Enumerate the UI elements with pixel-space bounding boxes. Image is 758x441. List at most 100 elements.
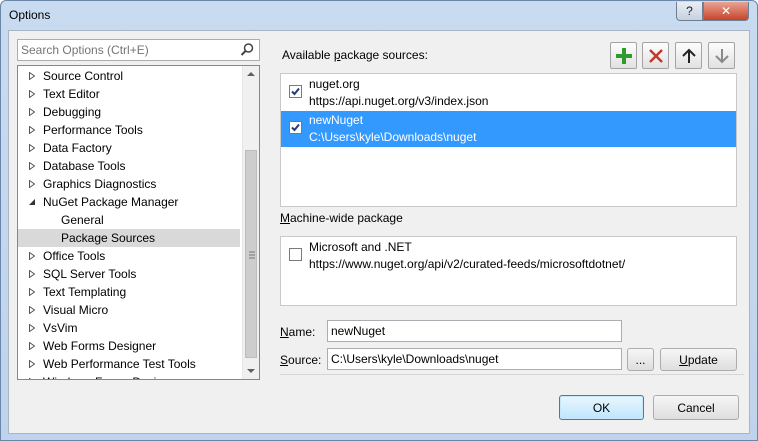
tree-item[interactable]: Database Tools xyxy=(18,157,240,175)
tree-item[interactable]: Source Control xyxy=(18,67,240,85)
remove-icon xyxy=(648,48,663,63)
tree-item-label: General xyxy=(61,213,104,227)
tree-item[interactable]: General xyxy=(18,211,240,229)
tree-item[interactable]: NuGet Package Manager xyxy=(18,193,240,211)
package-source-item[interactable]: Microsoft and .NET https://www.nuget.org/… xyxy=(281,238,736,274)
tree-item-label: Graphics Diagnostics xyxy=(43,177,157,191)
collapsed-arrow-icon[interactable] xyxy=(28,72,36,80)
close-button[interactable]: ✕ xyxy=(703,2,749,21)
help-button[interactable]: ? xyxy=(676,2,703,21)
tree-item[interactable]: Windows Forms Designer xyxy=(18,373,240,380)
package-source-item[interactable]: newNuget C:\Users\kyle\Downloads\nuget xyxy=(281,111,736,147)
source-url: C:\Users\kyle\Downloads\nuget xyxy=(309,130,477,144)
scroll-down-icon[interactable] xyxy=(243,362,259,379)
source-name: Microsoft and .NET xyxy=(309,240,412,254)
separator xyxy=(280,374,744,375)
collapsed-arrow-icon[interactable] xyxy=(28,360,36,368)
expanded-arrow-icon[interactable] xyxy=(28,198,36,206)
collapsed-arrow-icon[interactable] xyxy=(28,180,36,188)
move-up-icon xyxy=(681,48,696,63)
source-checkbox[interactable] xyxy=(289,121,302,134)
collapsed-arrow-icon[interactable] xyxy=(28,144,36,152)
source-url: https://www.nuget.org/api/v2/curated-fee… xyxy=(309,257,626,271)
tree-item[interactable]: Text Editor xyxy=(18,85,240,103)
source-name: newNuget xyxy=(309,113,364,127)
tree-item-label: SQL Server Tools xyxy=(43,267,137,281)
window-title: Options xyxy=(9,8,51,22)
tree-item[interactable]: Office Tools xyxy=(18,247,240,265)
browse-button[interactable]: ... xyxy=(627,348,654,371)
collapsed-arrow-icon[interactable] xyxy=(28,342,36,350)
collapsed-arrow-icon[interactable] xyxy=(28,162,36,170)
source-url: https://api.nuget.org/v3/index.json xyxy=(309,94,489,108)
add-source-button[interactable] xyxy=(610,42,637,69)
tree-item-label: Web Forms Designer xyxy=(43,339,157,353)
tree-item-label: NuGet Package Manager xyxy=(43,195,179,209)
available-sources-list[interactable]: nuget.org https://api.nuget.org/v3/index.… xyxy=(280,73,737,207)
collapsed-arrow-icon[interactable] xyxy=(28,378,36,380)
tree-item-label: Visual Micro xyxy=(43,303,109,317)
tree-item[interactable]: Text Templating xyxy=(18,283,240,301)
search-icon[interactable] xyxy=(239,42,255,58)
scroll-up-icon[interactable] xyxy=(243,66,259,83)
tree-item[interactable]: Package Sources xyxy=(18,229,240,247)
source-checkbox[interactable] xyxy=(289,248,302,261)
search-input[interactable] xyxy=(18,40,233,60)
move-up-button[interactable] xyxy=(675,42,702,69)
cancel-button[interactable]: Cancel xyxy=(653,395,739,420)
search-box xyxy=(17,39,260,61)
tree-item-label: Web Performance Test Tools xyxy=(43,357,196,371)
tree-item-label: VsVim xyxy=(43,321,78,335)
collapsed-arrow-icon[interactable] xyxy=(28,108,36,116)
tree-scrollbar[interactable] xyxy=(242,66,259,379)
collapsed-arrow-icon[interactable] xyxy=(28,126,36,134)
name-input[interactable] xyxy=(327,320,622,342)
checkmark-icon xyxy=(291,123,300,132)
name-label: Name: xyxy=(280,325,316,339)
source-label: Source: xyxy=(280,353,322,367)
grip-icon xyxy=(249,251,255,259)
machine-wide-list[interactable]: Microsoft and .NET https://www.nuget.org/… xyxy=(280,236,737,306)
help-icon: ? xyxy=(686,4,693,18)
tree-item[interactable]: Data Factory xyxy=(18,139,240,157)
tree-item[interactable]: SQL Server Tools xyxy=(18,265,240,283)
source-checkbox[interactable] xyxy=(289,85,302,98)
title-bar[interactable]: Options ? ✕ xyxy=(1,1,757,30)
options-tree: Source Control Text Editor Debugging Perfor… xyxy=(17,65,260,380)
move-down-button[interactable] xyxy=(708,42,735,69)
tree-item-label: Source Control xyxy=(43,69,124,83)
package-source-item[interactable]: nuget.org https://api.nuget.org/v3/index.… xyxy=(281,75,736,111)
add-icon xyxy=(615,47,632,64)
update-button[interactable]: Update xyxy=(660,348,737,371)
machine-wide-label: Machine-wide package xyxy=(280,211,403,225)
collapsed-arrow-icon[interactable] xyxy=(28,306,36,314)
dialog-body: Source Control Text Editor Debugging Perfor… xyxy=(8,30,750,434)
tree-item-label: Text Editor xyxy=(43,87,100,101)
tree-item[interactable]: Visual Micro xyxy=(18,301,240,319)
tree-item-label: Text Templating xyxy=(43,285,127,299)
tree-item-label: Database Tools xyxy=(43,159,126,173)
tree-item-label: Debugging xyxy=(43,105,102,119)
collapsed-arrow-icon[interactable] xyxy=(28,252,36,260)
tree-item-label: Package Sources xyxy=(61,231,156,245)
collapsed-arrow-icon[interactable] xyxy=(28,288,36,296)
tree-item-label: Office Tools xyxy=(43,249,106,263)
source-input[interactable] xyxy=(327,348,622,370)
tree-item-label: Windows Forms Designer xyxy=(43,373,180,379)
tree-item[interactable]: VsVim xyxy=(18,319,240,337)
remove-source-button[interactable] xyxy=(642,42,669,69)
tree-item[interactable]: Graphics Diagnostics xyxy=(18,175,240,193)
tree-item[interactable]: Web Performance Test Tools xyxy=(18,355,240,373)
tree-item[interactable]: Web Forms Designer xyxy=(18,337,240,355)
collapsed-arrow-icon[interactable] xyxy=(28,324,36,332)
collapsed-arrow-icon[interactable] xyxy=(28,90,36,98)
ok-button[interactable]: OK xyxy=(559,395,644,420)
source-name: nuget.org xyxy=(309,77,360,91)
tree-item[interactable]: Debugging xyxy=(18,103,240,121)
tree-item-label: Performance Tools xyxy=(43,123,143,137)
tree-item[interactable]: Performance Tools xyxy=(18,121,240,139)
scroll-thumb[interactable] xyxy=(245,150,257,358)
collapsed-arrow-icon[interactable] xyxy=(28,270,36,278)
tree-item-label: Data Factory xyxy=(43,141,112,155)
move-down-icon xyxy=(714,48,729,63)
